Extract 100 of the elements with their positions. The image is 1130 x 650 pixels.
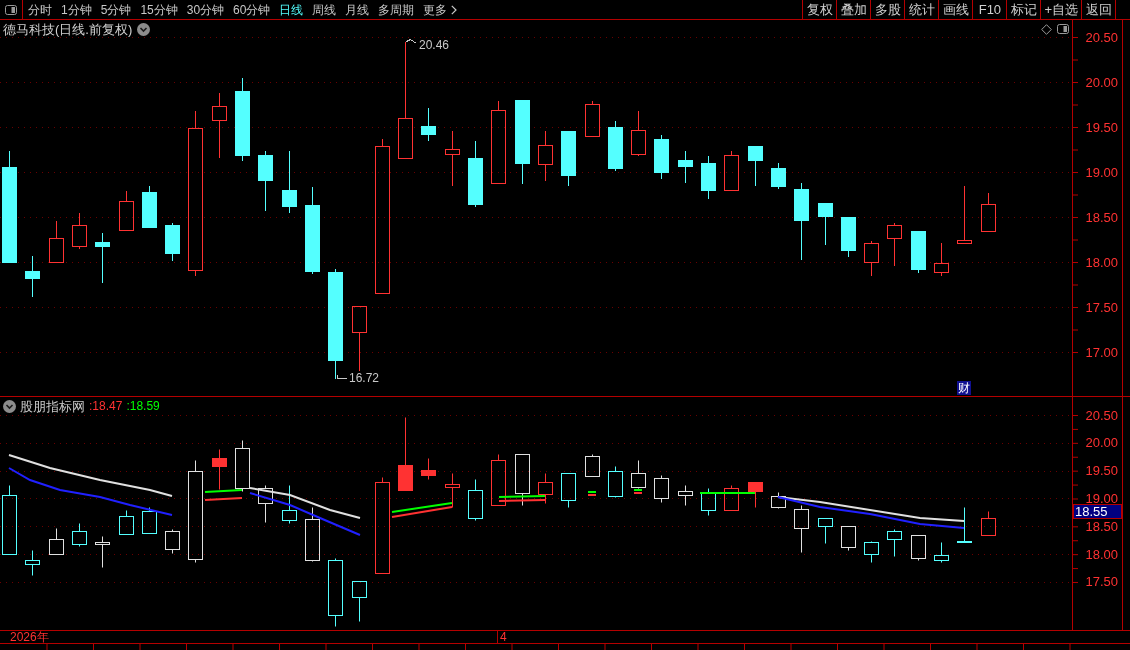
candle (748, 482, 763, 508)
price-annotation: 20.46 (419, 39, 450, 52)
axis-label: 17.50 (1085, 300, 1118, 314)
candle (911, 231, 926, 273)
period-tab[interactable]: 日线 (279, 2, 304, 17)
axis-label: 20.50 (1085, 408, 1118, 422)
axis-label: 18.00 (1085, 547, 1118, 561)
candle (934, 242, 949, 276)
axis-label: 19.00 (1085, 492, 1118, 505)
chevron-down-circle-icon[interactable] (3, 400, 16, 413)
candle (25, 550, 40, 576)
candle (212, 92, 227, 158)
candle (328, 558, 343, 627)
axis-label: 19.00 (1085, 165, 1118, 179)
time-axis-label: 4 (500, 631, 507, 643)
candle (654, 475, 669, 503)
candle (142, 507, 157, 534)
candle (515, 454, 530, 506)
candle (934, 542, 949, 563)
time-axis-label: 2026年 (10, 631, 49, 643)
axis-label: 17.50 (1085, 575, 1118, 589)
indicator-name: 股朋指标网 (20, 399, 85, 414)
period-tab[interactable]: 分时 (28, 2, 52, 17)
axis-label: 19.50 (1085, 464, 1118, 478)
candle (142, 185, 157, 228)
candle (678, 485, 693, 506)
candle (95, 232, 110, 283)
toolbar-button[interactable]: 返回 (1081, 0, 1115, 19)
candle (165, 529, 180, 554)
candle (887, 529, 902, 557)
candle (235, 440, 250, 492)
toolbar-button[interactable]: 叠加 (836, 0, 871, 19)
candle (724, 485, 739, 511)
period-tab[interactable]: 月线 (345, 2, 370, 17)
candle (119, 510, 134, 535)
candle (585, 454, 600, 477)
period-tab[interactable]: 周线 (312, 2, 337, 17)
indicator-line (391, 506, 453, 518)
candle (771, 492, 786, 509)
candle (724, 150, 739, 191)
candle (49, 528, 64, 555)
toolbar-button[interactable]: +自选 (1040, 0, 1081, 19)
finance-badge[interactable]: 财 (957, 381, 971, 395)
candle (258, 150, 273, 211)
axis-label: 18.00 (1085, 255, 1118, 269)
period-tab[interactable]: 30分钟 (186, 2, 225, 17)
candle (818, 518, 833, 544)
indicator-line (391, 502, 453, 513)
candle (538, 473, 553, 504)
candle (631, 110, 646, 156)
candle (72, 212, 87, 249)
indicator-line (204, 489, 243, 493)
toolbar-button[interactable]: 多股 (870, 0, 905, 19)
candle (49, 220, 64, 263)
axis-label: 20.00 (1085, 436, 1118, 450)
candle (771, 162, 786, 189)
candle (119, 190, 134, 231)
candle (72, 523, 87, 547)
axis-label: 18.50 (1085, 210, 1118, 224)
more-button[interactable]: 更多 (423, 2, 458, 17)
candle (631, 460, 646, 489)
indicator-value: :18.59 (126, 399, 160, 414)
candle (445, 473, 460, 508)
period-tab[interactable]: 1分钟 (61, 2, 92, 17)
candle (654, 134, 669, 179)
toolbar-button[interactable]: 标记 (1006, 0, 1041, 19)
candle (212, 449, 227, 490)
toolbar-button[interactable]: 复权 (802, 0, 837, 19)
candle (957, 507, 972, 543)
diamond-icon[interactable] (1041, 24, 1052, 35)
period-tab[interactable]: 15分钟 (140, 2, 178, 17)
candle (305, 507, 320, 562)
candle (841, 526, 856, 551)
toolbar-button[interactable]: 统计 (904, 0, 939, 19)
candle (864, 240, 879, 276)
candle (911, 535, 926, 561)
indicator-value: :18.47 (89, 399, 123, 414)
chevron-down-circle-icon[interactable] (137, 23, 151, 36)
candle (678, 150, 693, 183)
candle (981, 192, 996, 232)
leader-line (406, 39, 417, 44)
candle (701, 155, 716, 199)
axis-label: 19.50 (1085, 120, 1118, 134)
indicator-line (204, 497, 243, 501)
period-tab[interactable]: 60分钟 (233, 2, 271, 17)
candle (165, 222, 180, 261)
toolbar-button[interactable]: 画线 (938, 0, 973, 19)
candle (957, 185, 972, 244)
axis-label: 17.00 (1085, 345, 1118, 359)
candle (2, 485, 17, 555)
candle (468, 479, 483, 521)
price-annotation: 16.72 (349, 372, 380, 385)
toolbar-button[interactable]: F10 (972, 0, 1007, 19)
candle (282, 485, 297, 524)
chevron-right-icon (451, 4, 458, 15)
period-tab[interactable]: 多周期 (378, 2, 415, 17)
candle (981, 511, 996, 536)
period-tab[interactable]: 5分钟 (100, 2, 132, 17)
leader-line (337, 374, 347, 379)
candle (794, 505, 809, 553)
